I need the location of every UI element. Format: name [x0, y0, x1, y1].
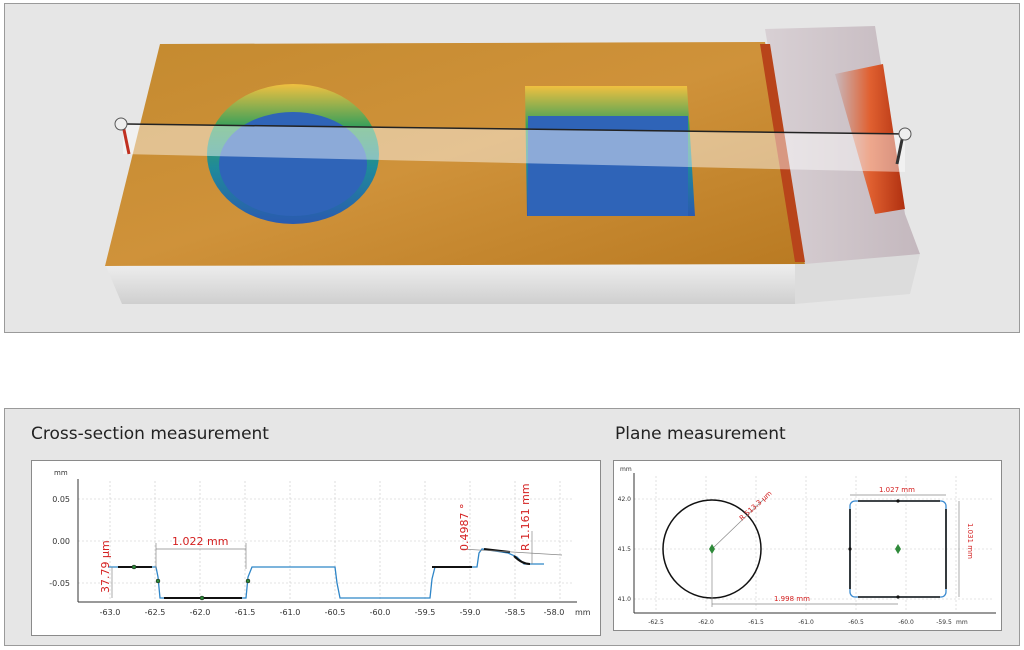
cross-x-tick: -58.5	[505, 608, 526, 617]
cross-x-tick: -58.0	[544, 608, 565, 617]
cross-x-tick: -62.5	[145, 608, 166, 617]
angle-label: 0.4987 °	[458, 504, 471, 552]
radius-label: R 1.161 mm	[519, 483, 532, 551]
plane-y-tick: 41.5	[618, 546, 632, 553]
cross-x-tick: -63.0	[100, 608, 121, 617]
cross-x-tick: -59.5	[415, 608, 436, 617]
plane-y-tick: 41.0	[618, 596, 632, 603]
cross-grid	[78, 481, 572, 601]
cross-y-unit: mm	[54, 469, 68, 477]
plane-measurement-title: Plane measurement	[615, 424, 786, 444]
surface-3d-panel	[4, 3, 1020, 333]
square-width-label: 1.027 mm	[879, 486, 915, 494]
cross-x-tick: -60.5	[325, 608, 346, 617]
plane-x-tick: -62.5	[648, 619, 664, 626]
plane-y-unit: mm	[620, 466, 632, 473]
plane-x-tick: -62.0	[698, 619, 714, 626]
plane-x-tick: -59.5	[936, 619, 952, 626]
cross-x-tick: -59.0	[460, 608, 481, 617]
plane-x-tick: -60.0	[898, 619, 914, 626]
block-front-face	[105, 259, 795, 304]
plane-measurement-chart: mm mm 42.0 41.5 41.0 -62.5 -62.0 -61.5 -…	[613, 460, 1002, 631]
cross-x-tick: -60.0	[370, 608, 391, 617]
cross-section-title: Cross-section measurement	[31, 424, 269, 444]
fit-segments	[118, 548, 531, 599]
left-handle-icon[interactable]	[114, 117, 128, 131]
cross-x-tick: -61.0	[280, 608, 301, 617]
cross-y-tick: 0.05	[52, 495, 70, 504]
right-handle-icon[interactable]	[898, 127, 912, 141]
profile-line	[108, 548, 544, 599]
plane-y-tick: 42.0	[618, 496, 632, 503]
cross-x-tick: -62.0	[190, 608, 211, 617]
plane-x-unit: mm	[956, 619, 968, 626]
fit-points	[131, 564, 251, 601]
measurement-panel: Cross-section measurement Plane measurem…	[4, 408, 1020, 646]
center-distance-label: 1.998 mm	[774, 595, 810, 603]
plane-x-tick: -61.0	[798, 619, 814, 626]
plane-grid	[634, 476, 994, 611]
cross-section-chart: mm mm 0.05 0.00 -0.05 -63.0 -62.5 -62.0 …	[31, 460, 601, 636]
step-height-label: 37.79 µm	[99, 540, 112, 593]
plane-x-tick: -61.5	[748, 619, 764, 626]
surface-3d-view	[105, 26, 920, 304]
cross-y-tick: 0.00	[52, 537, 70, 546]
square-height-label: 1.031 mm	[966, 523, 974, 559]
cross-x-tick: -61.5	[235, 608, 256, 617]
cross-x-unit: mm	[575, 608, 591, 617]
cross-y-tick: -0.05	[49, 579, 70, 588]
center-markers	[709, 499, 901, 599]
width-label: 1.022 mm	[172, 535, 228, 548]
plane-x-tick: -60.5	[848, 619, 864, 626]
